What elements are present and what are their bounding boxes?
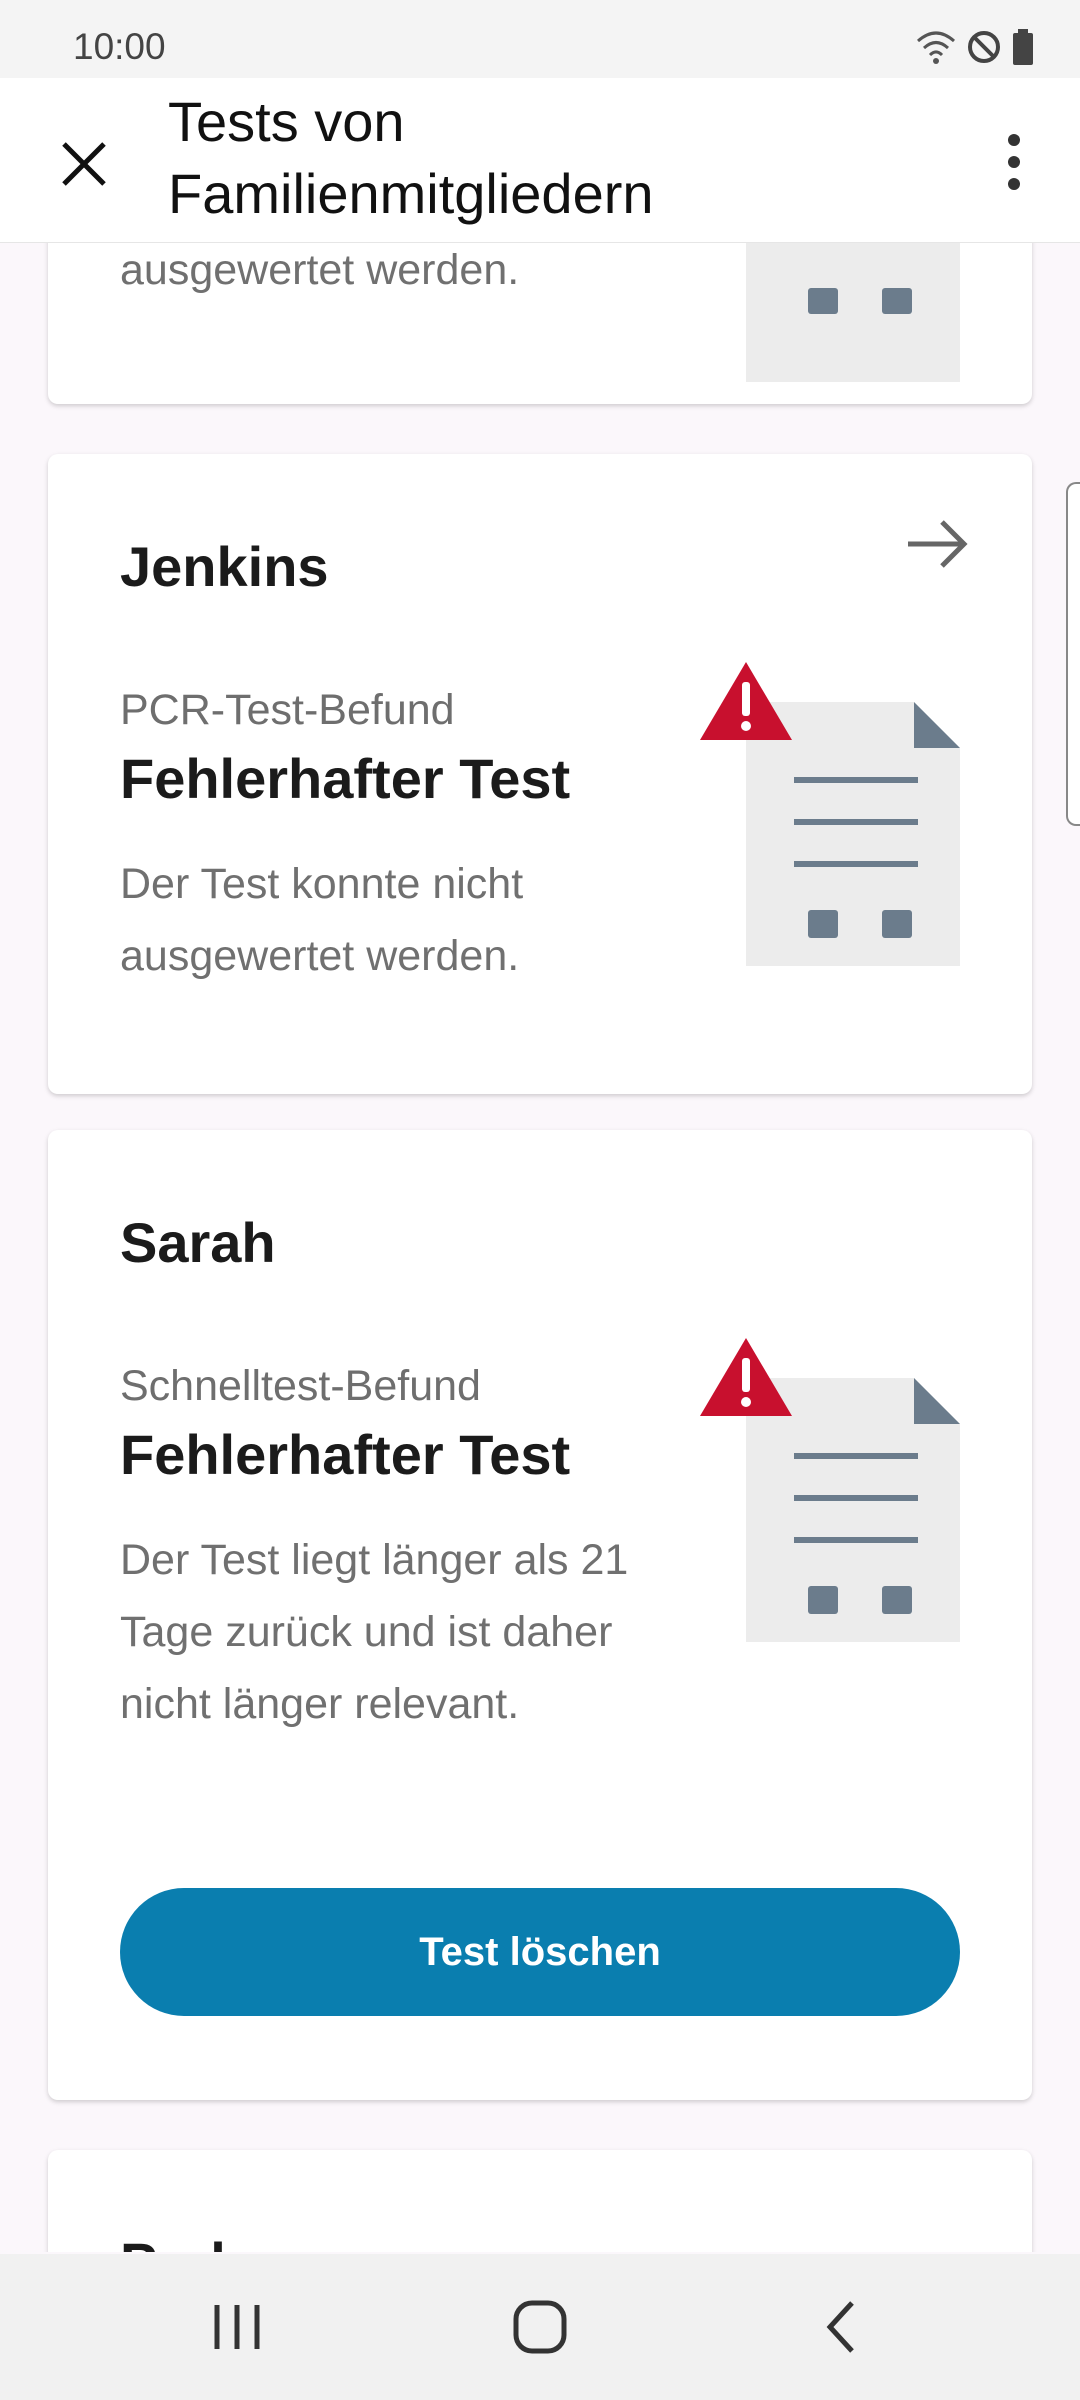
- do-not-disturb-icon: [968, 31, 1000, 63]
- back-icon[interactable]: [812, 2297, 872, 2357]
- person-name: Parker: [120, 2230, 294, 2252]
- test-card[interactable]: Sarah Schnelltest-Befund Fehlerhafter Te…: [48, 1130, 1032, 2100]
- test-status: Fehlerhafter Test: [120, 1423, 571, 1486]
- test-type: PCR-Test-Befund: [120, 686, 455, 734]
- person-name: Sarah: [120, 1211, 276, 1274]
- test-type: Schnelltest-Befund: [120, 1362, 481, 1410]
- close-icon[interactable]: [56, 136, 112, 192]
- document-icon: [746, 242, 960, 382]
- more-vert-icon[interactable]: [990, 130, 1038, 194]
- test-status: Fehlerhafter Test: [120, 747, 571, 810]
- page-title: Tests von Familienmitgliedern: [168, 90, 654, 225]
- person-name: Jenkins: [120, 535, 329, 598]
- test-card[interactable]: Jenkins PCR-Test-Befund Fehlerhafter Tes…: [48, 454, 1032, 1094]
- family-tests-list[interactable]: ausgewertet werden. Jenkins PCR-Test-Bef…: [0, 242, 1080, 2252]
- recent-apps-icon[interactable]: [207, 2297, 267, 2357]
- arrow-right-icon[interactable]: [902, 514, 972, 574]
- card-description: ausgewertet werden.: [120, 246, 520, 294]
- battery-icon: [1013, 29, 1033, 65]
- test-card[interactable]: Parker: [48, 2150, 1032, 2252]
- wifi-icon: [917, 31, 955, 64]
- card-description: Der Test liegt länger als 21 Tage zurück…: [120, 1536, 629, 1728]
- test-card[interactable]: ausgewertet werden.: [48, 242, 1032, 404]
- app-toolbar: Tests von Familienmitgliedern: [0, 78, 1080, 243]
- scrollbar-thumb[interactable]: [1066, 482, 1080, 826]
- card-description: Der Test konnte nicht ausgewertet werden…: [120, 860, 524, 980]
- system-nav-bar: [0, 2254, 1080, 2400]
- document-warning-icon: [700, 662, 960, 966]
- delete-test-button[interactable]: Test löschen: [120, 1888, 960, 2016]
- status-time: 10:00: [73, 26, 166, 67]
- status-bar: 10:00: [0, 0, 1080, 78]
- home-icon[interactable]: [510, 2297, 570, 2357]
- document-warning-icon: [700, 1338, 960, 1642]
